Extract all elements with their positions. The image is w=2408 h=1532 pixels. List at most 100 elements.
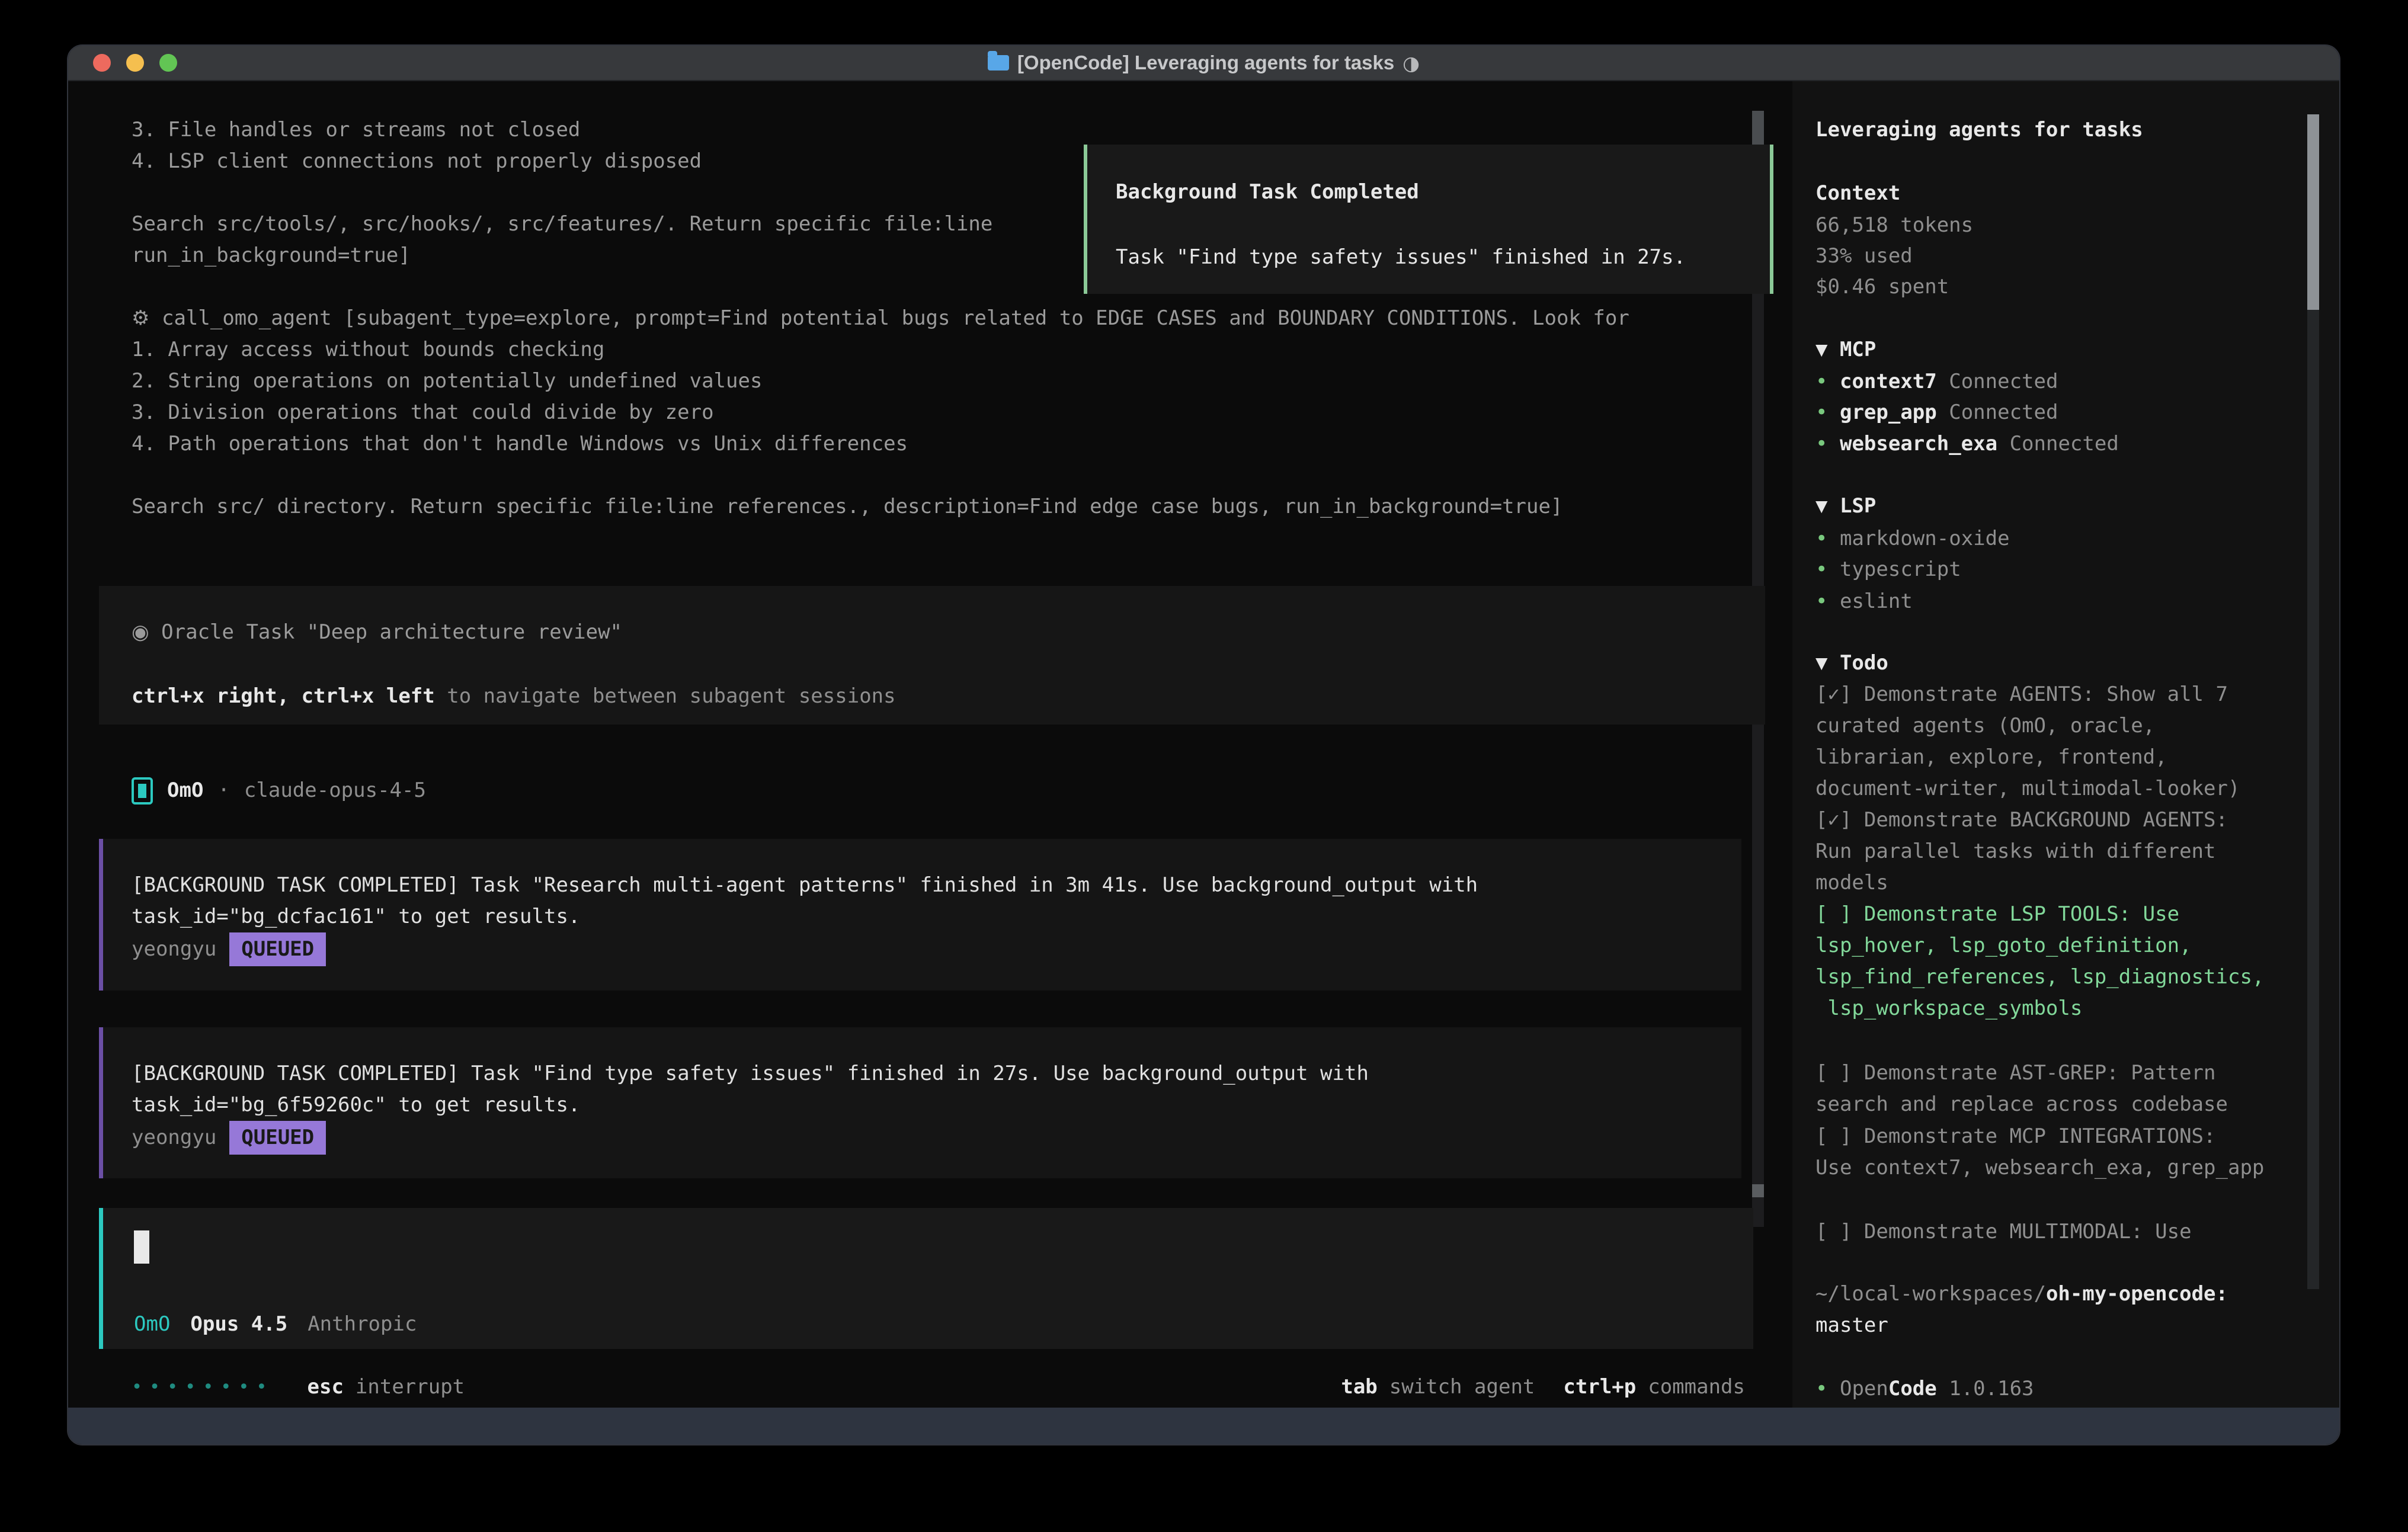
oracle-icon: ◉ bbox=[132, 620, 149, 644]
workspace-branch: master bbox=[1815, 1310, 1888, 1341]
ctrlp-key-hint: ctrl+p bbox=[1563, 1371, 1636, 1403]
input-provider: Anthropic bbox=[308, 1309, 417, 1340]
scrollback-line: run_in_background=true] bbox=[132, 240, 411, 271]
main-scrollbar-cap[interactable] bbox=[1752, 1184, 1764, 1197]
todo-line: [ ] Demonstrate MCP INTEGRATIONS: bbox=[1815, 1121, 2216, 1152]
context-used: 33% used bbox=[1815, 241, 1913, 272]
oracle-task-panel: ◉ Oracle Task "Deep architecture review"… bbox=[99, 586, 1765, 725]
titlebar[interactable]: [OpenCode] Leveraging agents for tasks ◑ bbox=[68, 46, 2339, 81]
workspace-path: ~/local-workspaces/oh-my-opencode: bbox=[1815, 1278, 2228, 1310]
session-title: Leveraging agents for tasks bbox=[1815, 114, 2143, 146]
mcp-item: • websearch_exa Connected bbox=[1815, 428, 2119, 460]
folder-icon bbox=[988, 55, 1009, 70]
mcp-item: • context7 Connected bbox=[1815, 366, 2058, 398]
scrollback-line: Search src/tools/, src/hooks/, src/featu… bbox=[132, 209, 992, 240]
toast-body: Task "Find type safety issues" finished … bbox=[1116, 242, 1686, 273]
todo-line: librarian, explore, frontend, bbox=[1815, 742, 2167, 773]
todo-line-active: lsp_hover, lsp_goto_definition, bbox=[1815, 930, 2192, 961]
status-dot-icon: • bbox=[1815, 400, 1827, 424]
agent-model: claude-opus-4-5 bbox=[244, 775, 426, 806]
status-dot-icon: • bbox=[1815, 527, 1827, 550]
context-tokens: 66,518 tokens bbox=[1815, 210, 1973, 241]
status-dot-icon: • bbox=[1815, 432, 1827, 456]
todo-line: [✓] Demonstrate AGENTS: Show all 7 bbox=[1815, 679, 2228, 710]
omo-agent-icon bbox=[132, 777, 153, 805]
input-footer: OmO Opus 4.5 Anthropic bbox=[134, 1309, 417, 1340]
tab-key-hint: tab bbox=[1341, 1371, 1377, 1403]
todo-line: curated agents (OmO, oracle, bbox=[1815, 710, 2155, 742]
lsp-item: • typescript bbox=[1815, 554, 1961, 585]
tool-call-line: Search src/ directory. Return specific f… bbox=[132, 491, 1562, 523]
todo-line: models bbox=[1815, 867, 1888, 899]
status-dot-icon: • bbox=[1815, 589, 1827, 613]
spinner-dots-icon: •••••••• bbox=[132, 1371, 274, 1403]
status-dot-icon: • bbox=[1815, 557, 1827, 581]
lsp-item: • markdown-oxide bbox=[1815, 523, 2010, 555]
close-window-icon[interactable] bbox=[93, 54, 111, 72]
gear-icon: ⚙ bbox=[132, 306, 149, 330]
input-model: Opus 4.5 bbox=[190, 1309, 287, 1340]
status-dot-icon: • bbox=[1815, 1377, 1827, 1400]
todo-line: search and replace across codebase bbox=[1815, 1089, 2228, 1120]
background-task-card: [BACKGROUND TASK COMPLETED] Task "Resear… bbox=[99, 839, 1741, 991]
oracle-hint-line: ctrl+x right, ctrl+x left to navigate be… bbox=[132, 681, 896, 712]
todo-line-active: lsp_find_references, lsp_diagnostics, bbox=[1815, 961, 2264, 993]
maximize-window-icon[interactable] bbox=[159, 54, 177, 72]
todo-line-active: [ ] Demonstrate LSP TOOLS: Use bbox=[1815, 899, 2179, 930]
task-line: [BACKGROUND TASK COMPLETED] Task "Resear… bbox=[132, 870, 1478, 901]
half-moon-icon: ◑ bbox=[1402, 52, 1420, 75]
mcp-section-header[interactable]: ▼ MCP bbox=[1815, 334, 1876, 366]
todo-section-header[interactable]: ▼ Todo bbox=[1815, 648, 1888, 679]
esc-key-label: interrupt bbox=[356, 1371, 465, 1403]
task-line: [BACKGROUND TASK COMPLETED] Task "Find t… bbox=[132, 1058, 1369, 1089]
agent-name: OmO bbox=[167, 775, 203, 806]
tab-key-label: switch agent bbox=[1389, 1371, 1535, 1403]
text-cursor bbox=[134, 1230, 149, 1264]
task-line: task_id="bg_6f59260c" to get results. bbox=[132, 1089, 580, 1121]
context-spent: $0.46 spent bbox=[1815, 271, 1949, 303]
agent-header: OmO · claude-opus-4-5 bbox=[132, 775, 426, 806]
oracle-title-line: ◉ Oracle Task "Deep architecture review" bbox=[132, 617, 622, 648]
main-scrollbar-thumb[interactable] bbox=[1752, 111, 1764, 145]
background-task-card: [BACKGROUND TASK COMPLETED] Task "Find t… bbox=[99, 1027, 1741, 1178]
input-agent-name: OmO bbox=[134, 1309, 170, 1340]
task-meta: yeongyu QUEUED bbox=[132, 932, 326, 966]
prompt-input[interactable]: OmO Opus 4.5 Anthropic bbox=[99, 1208, 1753, 1349]
lsp-item: • eslint bbox=[1815, 586, 1913, 617]
toast-title: Background Task Completed bbox=[1116, 177, 1419, 208]
todo-line-active: lsp_workspace_symbols bbox=[1815, 993, 2082, 1024]
tool-call-line: 3. Division operations that could divide… bbox=[132, 397, 714, 428]
task-user: yeongyu bbox=[132, 937, 216, 961]
window-bottom-bar bbox=[68, 1408, 2339, 1444]
traffic-lights bbox=[93, 54, 177, 72]
todo-line: document-writer, multimodal-looker) bbox=[1815, 773, 2240, 805]
todo-line: Run parallel tasks with different bbox=[1815, 836, 2216, 867]
sidebar-scrollbar-thumb[interactable] bbox=[2307, 114, 2319, 310]
version-line: • OpenCode 1.0.163 bbox=[1815, 1373, 2034, 1405]
status-bar: •••••••• esc interrupt tab switch agent … bbox=[132, 1371, 1745, 1403]
queued-badge: QUEUED bbox=[229, 1121, 326, 1155]
minimize-window-icon[interactable] bbox=[126, 54, 144, 72]
window-title: [OpenCode] Leveraging agents for tasks bbox=[1017, 52, 1394, 74]
queued-badge: QUEUED bbox=[229, 932, 326, 966]
terminal-main-pane: 3. File handles or streams not closed 4.… bbox=[68, 81, 1792, 1408]
background-task-toast: Background Task Completed Task "Find typ… bbox=[1084, 145, 1773, 294]
session-sidebar: Leveraging agents for tasks Context 66,5… bbox=[1792, 81, 2339, 1408]
tool-call-line: ⚙ call_omo_agent [subagent_type=explore,… bbox=[132, 303, 1629, 334]
lsp-section-header[interactable]: ▼ LSP bbox=[1815, 491, 1876, 522]
ctrlp-key-label: commands bbox=[1648, 1371, 1745, 1403]
tool-call-line: 1. Array access without bounds checking bbox=[132, 334, 604, 366]
tool-call-line: 4. Path operations that don't handle Win… bbox=[132, 428, 908, 460]
status-dot-icon: • bbox=[1815, 370, 1827, 393]
todo-line: Use context7, websearch_exa, grep_app bbox=[1815, 1152, 2264, 1184]
tool-call-line: 2. String operations on potentially unde… bbox=[132, 366, 762, 397]
esc-key-hint: esc bbox=[308, 1371, 344, 1403]
todo-line: [✓] Demonstrate BACKGROUND AGENTS: bbox=[1815, 805, 2228, 836]
task-user: yeongyu bbox=[132, 1126, 216, 1149]
context-heading: Context bbox=[1815, 178, 1900, 209]
app-window: [OpenCode] Leveraging agents for tasks ◑… bbox=[67, 44, 2340, 1446]
task-line: task_id="bg_dcfac161" to get results. bbox=[132, 901, 580, 932]
scrollback-line: 4. LSP client connections not properly d… bbox=[132, 146, 702, 177]
agent-separator: · bbox=[217, 775, 229, 806]
todo-line: [ ] Demonstrate MULTIMODAL: Use bbox=[1815, 1216, 2192, 1248]
